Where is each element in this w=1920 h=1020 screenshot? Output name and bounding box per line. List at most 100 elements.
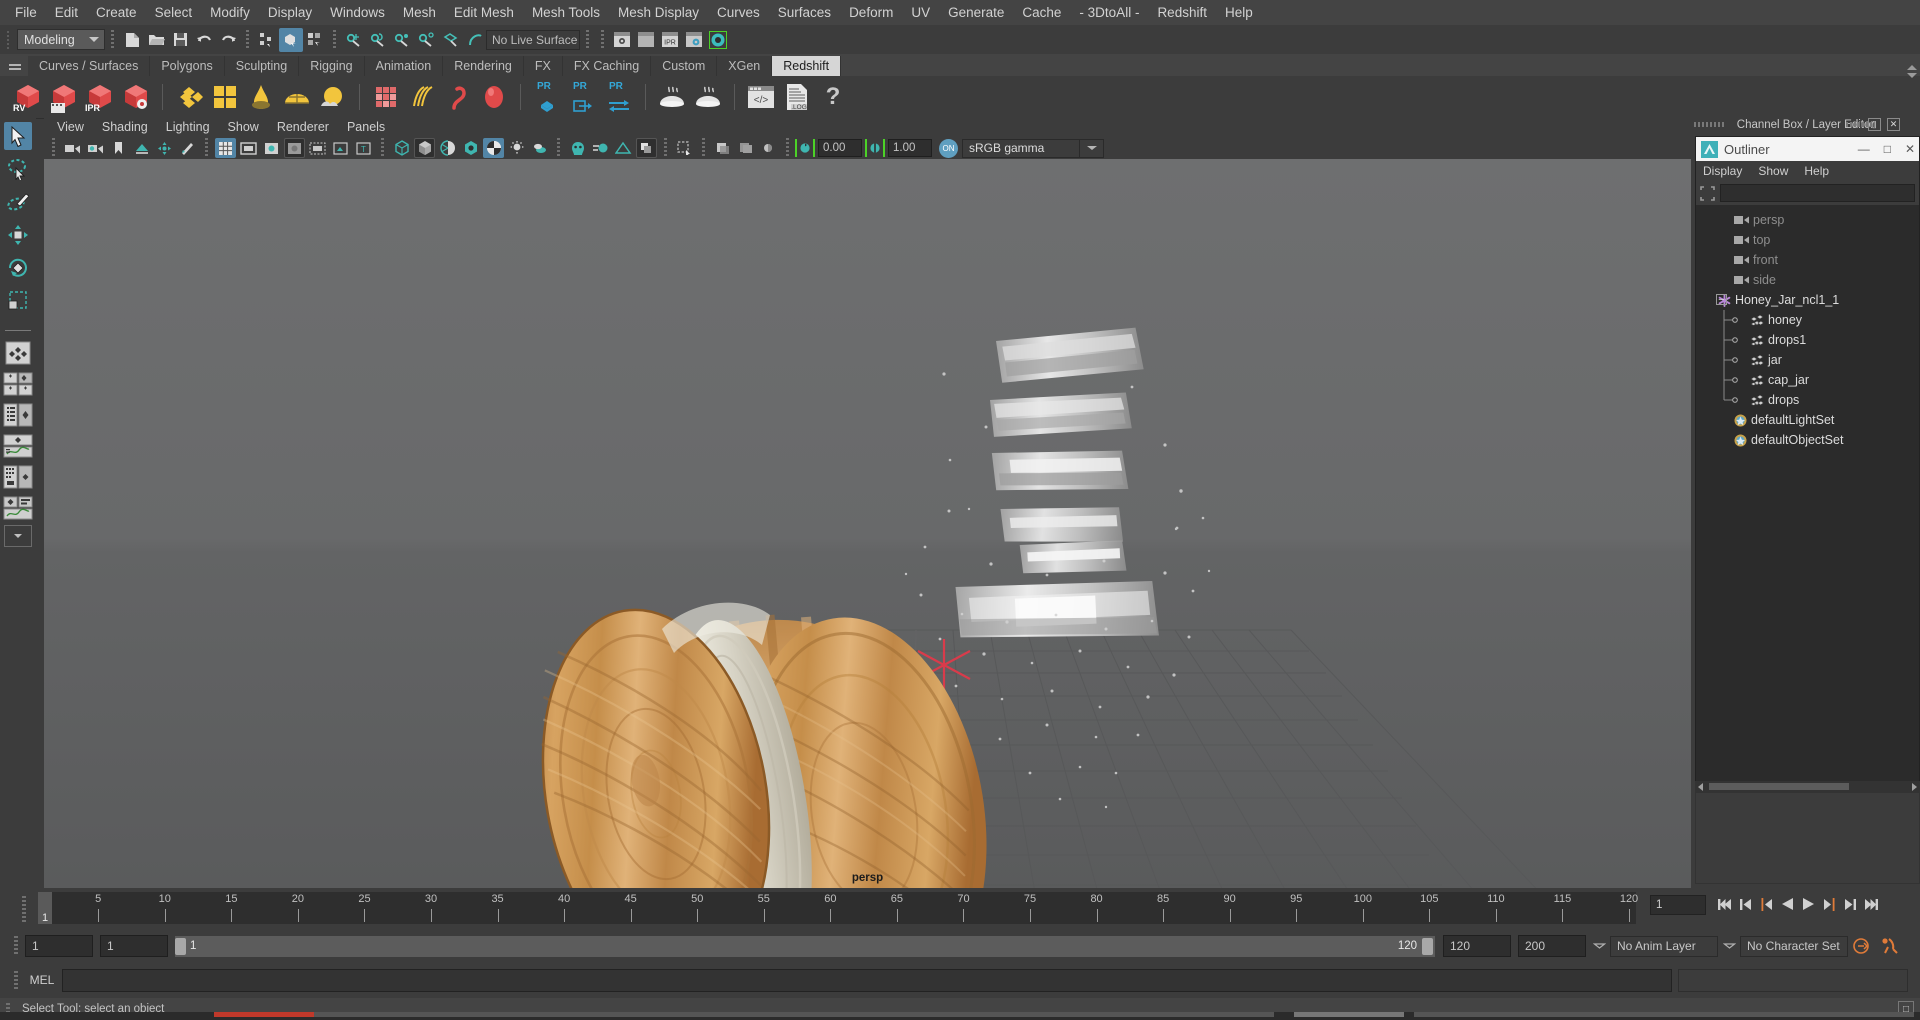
step-forward-keyframe-icon[interactable] bbox=[1842, 893, 1859, 915]
outliner-item-top[interactable]: top bbox=[1696, 230, 1919, 250]
outliner-collapse-icon[interactable]: − bbox=[1716, 294, 1727, 305]
outliner-persp-layout-button[interactable] bbox=[3, 401, 33, 429]
toggle-grid-icon[interactable] bbox=[215, 138, 236, 158]
persp-graph-layout-button[interactable] bbox=[3, 432, 33, 460]
anim-layer-chevron-down-icon[interactable] bbox=[1588, 936, 1610, 957]
redshift-material-button[interactable] bbox=[171, 79, 207, 115]
snap-to-curve-icon[interactable] bbox=[366, 28, 390, 52]
outliner-tree[interactable]: persp top front side − Honey_Jar_ncl1_1 honey d… bbox=[1696, 205, 1919, 787]
select-camera-icon[interactable] bbox=[62, 138, 83, 158]
shelf-tab-xgen[interactable]: XGen bbox=[717, 56, 773, 76]
scroll-left-icon[interactable] bbox=[1698, 783, 1703, 791]
shelf-menu-icon[interactable] bbox=[4, 58, 26, 76]
isolate-select-icon[interactable] bbox=[674, 138, 695, 158]
save-scene-icon[interactable] bbox=[168, 28, 192, 52]
redshift-bake-a-button[interactable] bbox=[654, 79, 690, 115]
shelf-tab-fx-caching[interactable]: FX Caching bbox=[562, 56, 652, 76]
redshift-bake-b-button[interactable] bbox=[690, 79, 726, 115]
command-input[interactable] bbox=[62, 968, 1672, 992]
menu-item-redshift[interactable]: Redshift bbox=[1148, 3, 1216, 22]
shelf-tab-custom[interactable]: Custom bbox=[651, 56, 718, 76]
animation-start-time-field[interactable]: 1 bbox=[25, 935, 93, 957]
select-tool-button[interactable] bbox=[4, 122, 32, 150]
outliner-title-bar[interactable]: Outliner — □ ✕ bbox=[1696, 137, 1919, 161]
menu-item-uv[interactable]: UV bbox=[902, 3, 939, 22]
outliner-item-cap-jar[interactable]: cap_jar bbox=[1696, 370, 1919, 390]
playback-end-time-field[interactable]: 120 bbox=[1443, 935, 1511, 957]
redshift-physical-sky-button[interactable] bbox=[315, 79, 351, 115]
outliner-item-drops[interactable]: drops bbox=[1696, 390, 1919, 410]
new-scene-icon[interactable] bbox=[120, 28, 144, 52]
anim-layer-select[interactable]: No Anim Layer bbox=[1610, 935, 1718, 957]
shaded-wireframe-icon[interactable] bbox=[437, 138, 458, 158]
snap-to-view-plane-icon[interactable] bbox=[438, 28, 462, 52]
make-live-icon[interactable] bbox=[462, 28, 486, 52]
command-line-grip[interactable] bbox=[14, 971, 18, 989]
menu-item-deform[interactable]: Deform bbox=[840, 3, 902, 22]
menu-set-selector[interactable]: Modeling bbox=[17, 29, 105, 50]
outliner-item-front[interactable]: front bbox=[1696, 250, 1919, 270]
menu-item-select[interactable]: Select bbox=[146, 3, 202, 22]
menu-item-help[interactable]: Help bbox=[1216, 3, 1262, 22]
menu-item-file[interactable]: File bbox=[6, 3, 46, 22]
play-backwards-icon[interactable] bbox=[1779, 893, 1796, 915]
maximize-icon[interactable]: □ bbox=[1877, 142, 1898, 156]
dock-grip[interactable] bbox=[1694, 122, 1724, 127]
outliner-item-side[interactable]: side bbox=[1696, 270, 1919, 290]
snap-to-grid-icon[interactable] bbox=[342, 28, 366, 52]
redshift-hair-button[interactable] bbox=[404, 79, 440, 115]
render-view-icon[interactable] bbox=[610, 28, 634, 52]
texture-mode-icon[interactable] bbox=[483, 138, 504, 158]
render-settings-icon[interactable] bbox=[682, 28, 706, 52]
menu-item-generate[interactable]: Generate bbox=[939, 3, 1013, 22]
use-default-material-icon[interactable] bbox=[460, 138, 481, 158]
menu-item-display[interactable]: Display bbox=[259, 3, 321, 22]
redshift-log-button[interactable]: .LOG bbox=[779, 79, 815, 115]
grease-pencil-icon[interactable] bbox=[177, 138, 198, 158]
viewport-menu-show[interactable]: Show bbox=[219, 119, 268, 135]
gamma-reset-icon[interactable] bbox=[865, 139, 885, 157]
menu-item-mesh-tools[interactable]: Mesh Tools bbox=[523, 3, 609, 22]
redshift-dome-light-button[interactable] bbox=[279, 79, 315, 115]
viewport-menu-shading[interactable]: Shading bbox=[93, 119, 157, 135]
scrollbar-thumb[interactable] bbox=[1709, 783, 1849, 790]
character-set-select[interactable]: No Character Set bbox=[1740, 935, 1848, 957]
persp-graph-outliner-layout-button[interactable] bbox=[3, 494, 33, 522]
character-set-chevron-down-icon[interactable] bbox=[1718, 936, 1740, 957]
shelf-tab-rigging[interactable]: Rigging bbox=[299, 56, 365, 76]
playback-start-time-field[interactable]: 1 bbox=[100, 935, 168, 957]
range-grip[interactable] bbox=[14, 936, 18, 956]
open-scene-icon[interactable] bbox=[144, 28, 168, 52]
smooth-shade-all-icon[interactable] bbox=[414, 138, 435, 158]
step-forward-frame-icon[interactable] bbox=[1821, 893, 1838, 915]
outliner-search-input[interactable] bbox=[1720, 184, 1915, 202]
outliner-item-defaultlightset[interactable]: defaultLightSet bbox=[1696, 410, 1919, 430]
motion-blur-icon[interactable] bbox=[590, 138, 611, 158]
render-region-icon[interactable] bbox=[634, 28, 658, 52]
scroll-right-icon[interactable] bbox=[1912, 783, 1917, 791]
redshift-render-view-button[interactable]: RV bbox=[10, 79, 46, 115]
more-layouts-button[interactable] bbox=[4, 525, 32, 547]
bookmark-icon[interactable] bbox=[108, 138, 129, 158]
redshift-volume-button[interactable] bbox=[243, 79, 279, 115]
toggle-film-gate-mask-icon[interactable] bbox=[307, 138, 328, 158]
current-frame-field[interactable]: 1 bbox=[1650, 895, 1706, 915]
shelf-tab-redshift[interactable]: Redshift bbox=[772, 56, 842, 76]
exposure-reset-icon[interactable] bbox=[795, 139, 815, 157]
redshift-pr-object-button[interactable]: PR bbox=[529, 79, 565, 115]
viewport-menu-lighting[interactable]: Lighting bbox=[157, 119, 219, 135]
step-back-keyframe-icon[interactable] bbox=[1737, 893, 1754, 915]
play-forwards-icon[interactable] bbox=[1800, 893, 1817, 915]
channel-box-area[interactable] bbox=[1695, 792, 1920, 884]
menu-item-windows[interactable]: Windows bbox=[321, 3, 394, 22]
snap-to-projected-center-icon[interactable] bbox=[414, 28, 438, 52]
toggle-title-safe-icon[interactable]: T bbox=[353, 138, 374, 158]
redshift-help-button[interactable]: ? bbox=[815, 79, 851, 115]
outliner-menu-display[interactable]: Display bbox=[1703, 164, 1742, 178]
snap-to-point-icon[interactable] bbox=[390, 28, 414, 52]
outliner-item-honey[interactable]: honey bbox=[1696, 310, 1919, 330]
rotate-tool-button[interactable] bbox=[4, 254, 32, 282]
undo-icon[interactable] bbox=[192, 28, 216, 52]
toggle-sidebar-icon[interactable] bbox=[706, 28, 730, 52]
redshift-ipr-button[interactable]: IPR bbox=[82, 79, 118, 115]
